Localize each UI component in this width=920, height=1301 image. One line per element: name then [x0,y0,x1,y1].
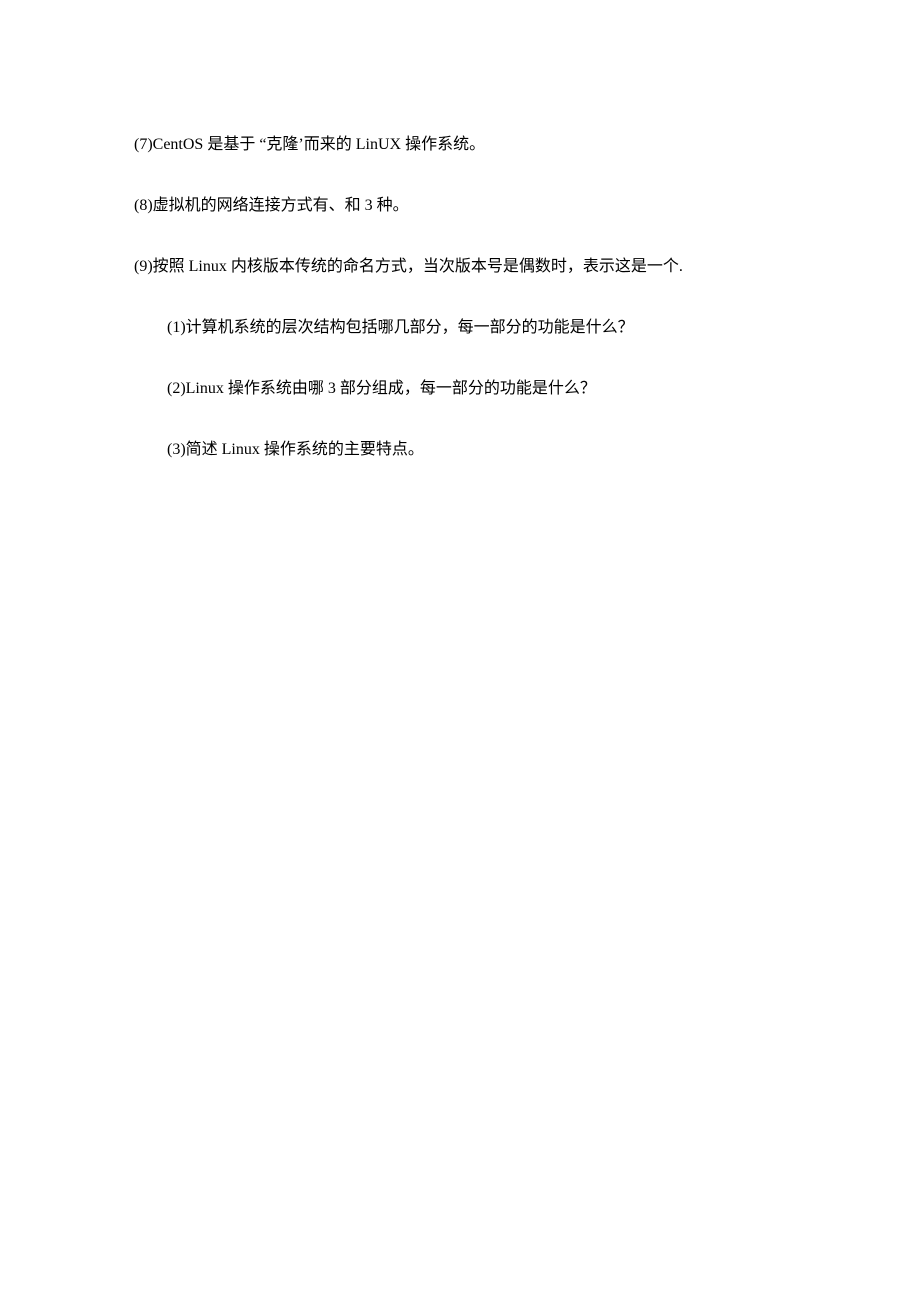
question-8: (8)虚拟机的网络连接方式有、和 3 种。 [134,194,820,218]
subquestion-2: (2)Linux 操作系统由哪 3 部分组成，每一部分的功能是什么？ [134,377,820,401]
subquestion-1: (1)计算机系统的层次结构包括哪几部分，每一部分的功能是什么？ [134,316,820,340]
question-9: (9)按照 Linux 内核版本传统的命名方式，当次版本号是偶数时，表示这是一个… [134,255,820,279]
subquestion-3: (3)简述 Linux 操作系统的主要特点。 [134,438,820,462]
question-7: (7)CentOS 是基于 “克隆’而来的 LinUX 操作系统。 [134,133,820,157]
